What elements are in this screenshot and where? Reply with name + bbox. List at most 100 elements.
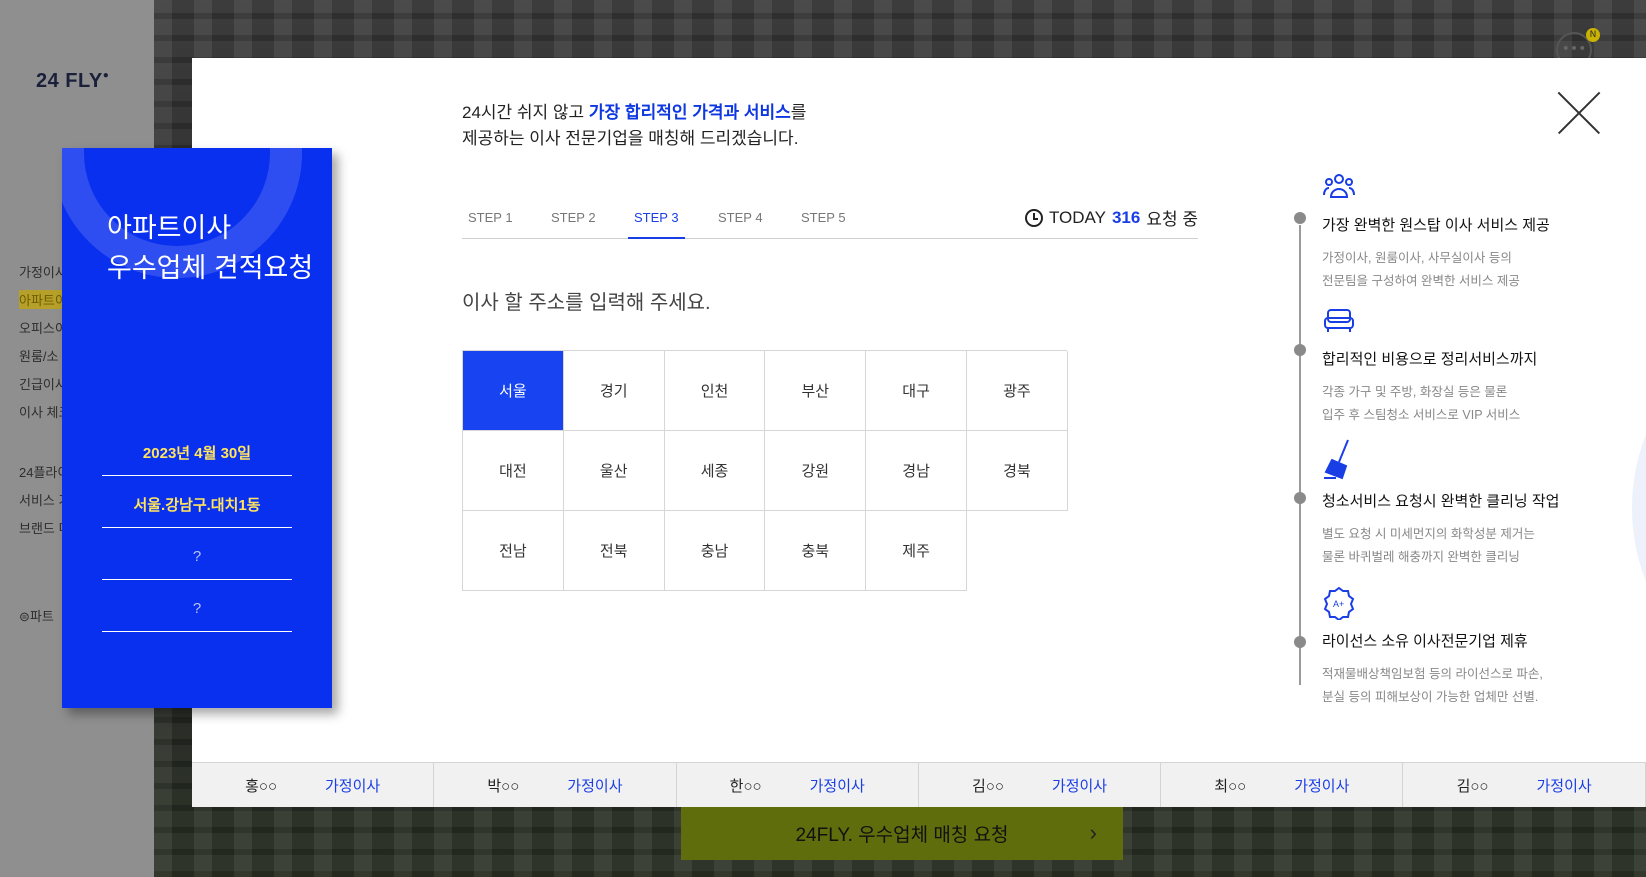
feature-title: 가장 완벽한 원스탑 이사 서비스 제공 xyxy=(1322,217,1550,234)
feature-item: 청소서비스 요청시 완벽한 클리닝 작업 별도 요청 시 미세먼지의 화학성분 … xyxy=(1322,438,1622,569)
ticker-name: 박○○ xyxy=(487,778,520,795)
ticker-type: 가정이사 xyxy=(1294,778,1350,795)
chat-badge: N xyxy=(1586,28,1600,42)
region-button-selected[interactable]: 서울 xyxy=(463,351,564,431)
region-button[interactable]: 세종 xyxy=(664,431,766,511)
today-counter: TODAY 316 요청 중 xyxy=(1024,205,1198,230)
move-address-field[interactable]: 서울.강남구.대치1동 xyxy=(102,482,292,528)
region-button[interactable]: 제주 xyxy=(866,511,967,591)
ticker-item: 홍○○ 가정이사 xyxy=(192,763,435,807)
svg-text:A+: A+ xyxy=(1333,599,1344,609)
site-logo[interactable]: 24 FLY● xyxy=(36,70,109,93)
timeline-dot xyxy=(1294,212,1306,224)
ticker-type: 가정이사 xyxy=(325,778,381,795)
intro-text: 24시간 쉬지 않고 xyxy=(462,103,589,122)
move-date-field[interactable]: 2023년 4월 30일 xyxy=(102,430,292,476)
feature-desc: 물론 바퀴벌레 해충까지 완벽한 클리닝 xyxy=(1322,550,1520,564)
region-button[interactable]: 경북 xyxy=(966,431,1068,511)
timeline-dot xyxy=(1294,492,1306,504)
region-grid: 서울 경기 인천 부산 대구 광주 대전 울산 세종 강원 경남 경북 전남 전… xyxy=(462,350,1068,591)
ticker-item: 김○○ 가정이사 xyxy=(1403,763,1646,807)
sofa-icon xyxy=(1324,309,1354,332)
tab-step-2[interactable]: STEP 2 xyxy=(545,203,602,239)
region-button[interactable]: 경남 xyxy=(866,431,967,511)
timeline-line xyxy=(1299,225,1301,685)
ticker-type: 가정이사 xyxy=(809,778,865,795)
feature-desc: 분실 등의 피해보상이 가능한 업체만 선별. xyxy=(1322,690,1539,704)
feature-title: 청소서비스 요청시 완벽한 클리닝 작업 xyxy=(1322,493,1560,510)
matching-request-button[interactable]: 24FLY. 우수업체 매칭 요청 › xyxy=(681,806,1123,860)
region-button[interactable]: 충남 xyxy=(664,511,766,591)
chevron-right-icon: › xyxy=(1089,820,1097,845)
feature-item: A+ 라이선스 소유 이사전문기업 제휴 적재물배상책임보험 등의 라이선스로 … xyxy=(1322,586,1622,709)
ticker-name: 최○○ xyxy=(1214,778,1247,795)
intro-text: 를 xyxy=(790,103,807,122)
today-suffix: 요청 중 xyxy=(1146,210,1198,229)
card-title-line: 아파트이사 xyxy=(107,213,232,243)
feature-title: 합리적인 비용으로 정리서비스까지 xyxy=(1322,351,1538,368)
feature-desc: 별도 요청 시 미세먼지의 화학성분 제거는 xyxy=(1322,527,1535,541)
intro-line-2: 제공하는 이사 전문기업을 매칭해 드리겠습니다. xyxy=(462,129,799,148)
region-button[interactable]: 대전 xyxy=(463,431,564,511)
request-summary-card: 아파트이사 우수업체 견적요청 2023년 4월 30일 서울.강남구.대치1동… xyxy=(62,148,332,708)
timeline-dot xyxy=(1294,636,1306,648)
region-button[interactable]: 대구 xyxy=(866,351,967,431)
feature-desc: 각종 가구 및 주방, 화장실 등은 물론 xyxy=(1322,385,1508,399)
region-button[interactable]: 부산 xyxy=(765,351,867,431)
partner-link[interactable]: ⊜파트 xyxy=(19,606,54,625)
address-question: 이사 할 주소를 입력해 주세요. xyxy=(462,292,711,314)
intro-highlight: 가장 합리적인 가격과 서비스 xyxy=(588,103,791,122)
ticker-item: 김○○ 가정이사 xyxy=(919,763,1162,807)
ticker-type: 가정이사 xyxy=(1051,778,1108,795)
ticker-name: 김○○ xyxy=(1456,778,1489,795)
ticker-name: 홍○○ xyxy=(245,778,277,795)
region-button[interactable]: 경기 xyxy=(563,351,665,431)
feature-desc: 입주 후 스팀청소 서비스로 VIP 서비스 xyxy=(1322,408,1521,422)
ticker-item: 박○○ 가정이사 xyxy=(434,763,677,807)
recent-requests-ticker: 홍○○ 가정이사 박○○ 가정이사 한○○ 가정이사 김○○ 가정이사 최○○ … xyxy=(192,762,1646,807)
today-count: 316 xyxy=(1111,207,1141,227)
region-button[interactable]: 울산 xyxy=(563,431,665,511)
quote-modal: 24시간 쉬지 않고 가장 합리적인 가격과 서비스를 제공하는 이사 전문기업… xyxy=(192,58,1646,807)
cta-label: 24FLY. 우수업체 매칭 요청 xyxy=(795,824,1009,846)
timeline-dot xyxy=(1294,344,1306,356)
feature-title: 라이선스 소유 이사전문기업 제휴 xyxy=(1322,633,1528,650)
region-button[interactable]: 강원 xyxy=(765,431,867,511)
step-tabs: STEP 1 STEP 2 STEP 3 STEP 4 STEP 5 TODAY… xyxy=(462,203,1198,239)
ticker-name: 김○○ xyxy=(971,778,1004,795)
ticker-name: 한○○ xyxy=(729,778,762,795)
decorative-ring xyxy=(1632,308,1646,708)
ticker-type: 가정이사 xyxy=(567,778,623,795)
feature-desc: 가정이사, 원룸이사, 사무실이사 등의 xyxy=(1322,251,1512,265)
today-label: TODAY xyxy=(1048,207,1106,227)
region-button[interactable]: 전북 xyxy=(563,511,665,591)
feature-desc: 전문팀을 구성하여 완벽한 서비스 제공 xyxy=(1322,274,1520,288)
bg-menu-item[interactable]: 긴급이사 xyxy=(19,374,67,393)
tab-step-3[interactable]: STEP 3 xyxy=(628,203,685,239)
bg-menu-item[interactable]: 오피스이 xyxy=(19,318,67,337)
card-title: 아파트이사 우수업체 견적요청 xyxy=(107,208,313,288)
ticker-type: 가정이사 xyxy=(1536,778,1592,795)
pending-field[interactable]: ? xyxy=(102,534,292,580)
pending-field[interactable]: ? xyxy=(102,586,292,632)
bg-menu-item[interactable]: 원룸/소 xyxy=(19,346,59,365)
region-button[interactable]: 충북 xyxy=(765,511,867,591)
tab-step-1[interactable]: STEP 1 xyxy=(462,203,519,239)
ticker-item: 최○○ 가정이사 xyxy=(1161,763,1404,807)
region-button[interactable]: 인천 xyxy=(664,351,766,431)
ticker-item: 한○○ 가정이사 xyxy=(677,763,919,807)
feature-desc: 적재물배상책임보험 등의 라이선스로 파손, xyxy=(1322,667,1543,681)
bg-menu-item[interactable]: 가정이사 xyxy=(19,262,67,281)
bg-menu-item-active[interactable]: 아파트이 xyxy=(19,290,67,309)
close-icon[interactable] xyxy=(1558,92,1600,134)
feature-item: 가장 완벽한 원스탑 이사 서비스 제공 가정이사, 원룸이사, 사무실이사 등… xyxy=(1322,170,1622,293)
region-button[interactable]: 광주 xyxy=(966,351,1068,431)
people-icon xyxy=(1323,174,1355,198)
card-title-line: 우수업체 견적요청 xyxy=(107,253,314,283)
feature-item: 합리적인 비용으로 정리서비스까지 각종 가구 및 주방, 화장실 등은 물론 … xyxy=(1322,304,1622,427)
award-icon: A+ xyxy=(1323,586,1355,622)
tab-step-4[interactable]: STEP 4 xyxy=(712,203,769,239)
region-button[interactable]: 전남 xyxy=(463,511,564,591)
modal-intro: 24시간 쉬지 않고 가장 합리적인 가격과 서비스를 제공하는 이사 전문기업… xyxy=(462,100,806,152)
tab-step-5[interactable]: STEP 5 xyxy=(795,203,852,239)
